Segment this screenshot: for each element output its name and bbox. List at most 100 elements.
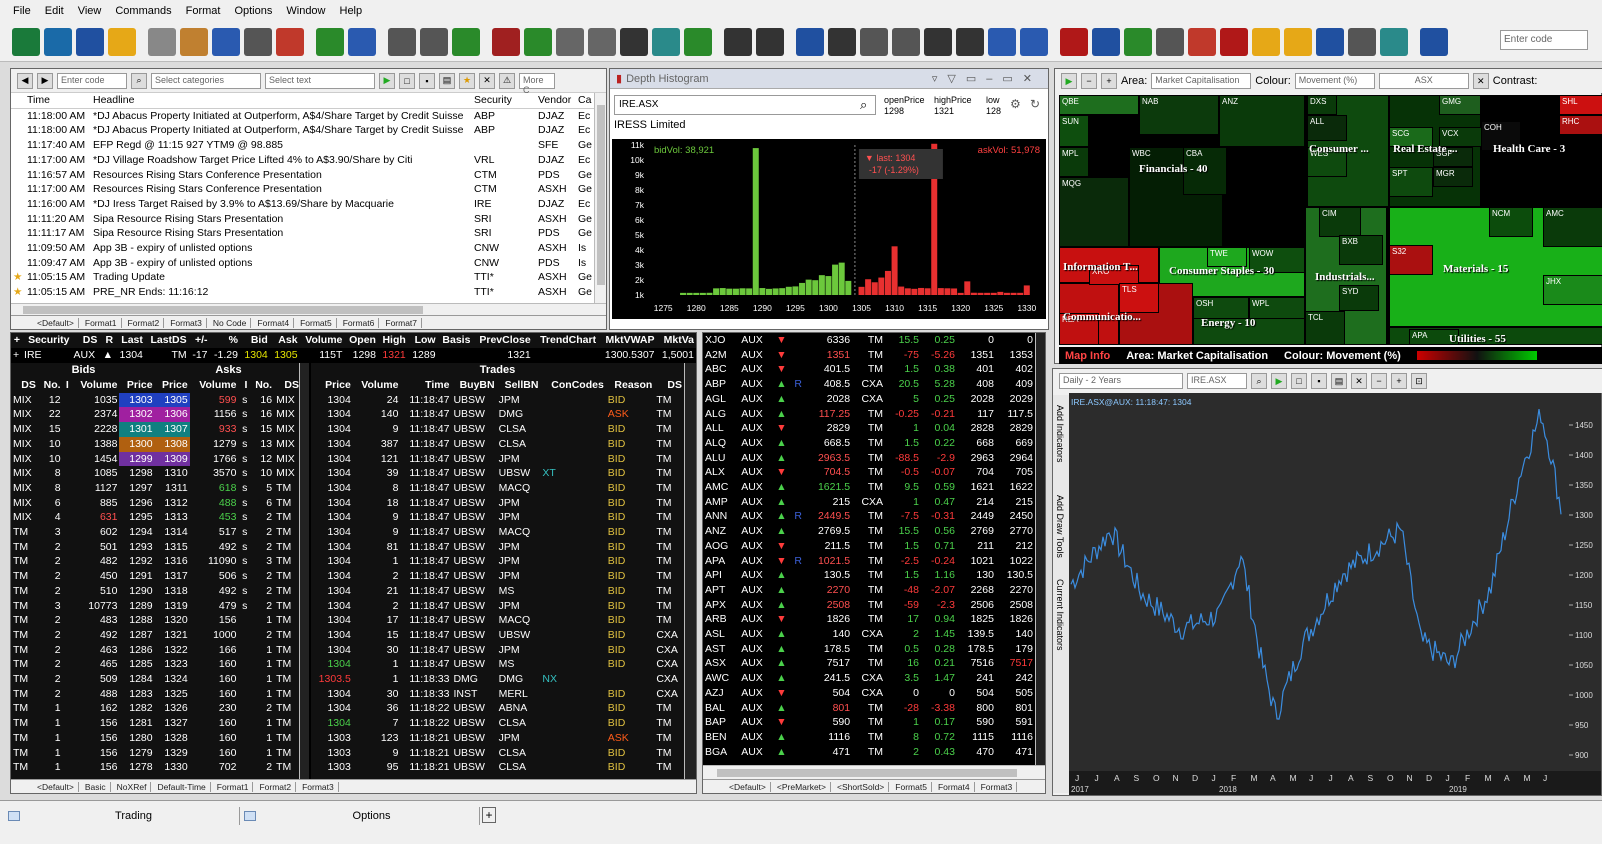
heatmap-tile[interactable]: OSH xyxy=(1193,297,1249,319)
watchlist-row[interactable]: ALL AUX ▼ 2829 TM 1 0.04 2828 2829 xyxy=(703,421,1035,436)
quote-col[interactable]: +/- xyxy=(188,333,210,348)
format-tab[interactable]: Format7 xyxy=(381,317,423,328)
text-select[interactable]: Select text xyxy=(265,72,375,89)
news-headline[interactable]: App 3B - expiry of unlisted options xyxy=(91,256,472,271)
quote-col[interactable]: PrevClose xyxy=(472,333,533,348)
heatmap-tile[interactable]: ANZ xyxy=(1219,95,1305,147)
heatmap-tile[interactable]: AMC xyxy=(1543,207,1602,247)
quote-col[interactable]: MktVa xyxy=(656,333,696,348)
star-icon[interactable]: ★ xyxy=(11,270,25,285)
news-security[interactable]: SRI xyxy=(472,226,536,241)
depth-row[interactable]: TM 2 510 1290 1318 492 s 2 TM xyxy=(11,584,301,599)
depth-row[interactable]: MIX 8 1085 1298 1310 3570 s 10 MIX xyxy=(11,466,301,481)
news-code-input[interactable]: Enter code xyxy=(57,72,127,89)
heatmap-tile[interactable]: TWE xyxy=(1207,247,1247,267)
save-icon[interactable]: ▪ xyxy=(419,72,435,89)
heatmap-tile[interactable]: S32 xyxy=(1389,245,1433,275)
quote-col[interactable]: MktVWAP xyxy=(598,333,657,348)
current-indicators-tab[interactable]: Current Indicators xyxy=(1055,579,1065,651)
area-select[interactable]: Market Capitalisation xyxy=(1151,73,1252,89)
depth-col[interactable]: DS xyxy=(274,378,301,393)
depth-col[interactable]: Price xyxy=(119,378,155,393)
trade-row[interactable]: 1304 387 11:18:47 UBSW CLSA BID TM xyxy=(311,437,684,452)
news-row[interactable]: 11:17:00 AM *DJ Village Roadshow Target P… xyxy=(11,153,594,168)
trade-row[interactable]: 1303 95 11:18:21 UBSW CLSA BID TM xyxy=(311,760,684,775)
watchlist-row[interactable]: AMP AUX ▲ 215 CXA 1 0.47 214 215 xyxy=(703,495,1035,510)
news-row[interactable]: ★ 11:05:15 AM Trading Update TTI* ASXH Ge xyxy=(11,270,594,285)
watchlist-row[interactable]: ALG AUX ▲ 117.25 TM -0.25 -0.21 117 117.5 xyxy=(703,407,1035,422)
depth-row[interactable]: TM 2 488 1283 1325 160 1 TM xyxy=(11,687,301,702)
o-icon[interactable] xyxy=(1092,27,1120,56)
news-col-select[interactable] xyxy=(11,93,25,109)
sold-icon[interactable] xyxy=(212,27,240,56)
menu-file[interactable]: File xyxy=(6,5,38,17)
heatmap-tile[interactable]: JHX xyxy=(1543,275,1602,305)
news-headline[interactable]: PRE_NR Ends: 11:16:12 xyxy=(91,285,472,300)
zoom-in-icon[interactable]: + xyxy=(1391,373,1407,389)
quote-col[interactable]: TrendChart xyxy=(532,333,599,348)
news-row[interactable]: 11:17:40 AM EFP Regd @ 11:15 927 YTM9 @ 9… xyxy=(11,138,594,153)
news-security[interactable] xyxy=(472,138,536,153)
heatmap-tile[interactable]: MPL xyxy=(1059,147,1089,177)
heatmap-tile[interactable]: MGR xyxy=(1433,167,1473,187)
depth-row[interactable]: TM 1 156 1281 1327 160 1 TM xyxy=(11,716,301,731)
cap2-icon[interactable] xyxy=(588,27,616,56)
star-icon[interactable] xyxy=(11,138,25,153)
trades-col[interactable]: SellBN xyxy=(496,378,541,393)
news-security[interactable]: CNW xyxy=(472,256,536,271)
info-search-icon[interactable] xyxy=(244,27,272,56)
news-col-vendor[interactable]: Vendor xyxy=(535,93,576,109)
star-icon[interactable] xyxy=(11,168,25,183)
trades-col[interactable]: BuyBN xyxy=(451,378,497,393)
trade-row[interactable]: 1303.5 1 11:18:33 DMG DMG NX CXA xyxy=(311,672,684,687)
trades-col[interactable]: Reason xyxy=(605,378,655,393)
news-security[interactable]: ABP xyxy=(472,123,536,138)
watchlist-row[interactable]: AOG AUX ▼ 211.5 TM 1.5 0.71 211 212 xyxy=(703,539,1035,554)
news-security[interactable]: CNW xyxy=(472,241,536,256)
workspace-tab-options[interactable]: Options xyxy=(244,807,480,825)
depth-row[interactable]: TM 3 602 1294 1314 517 s 2 TM xyxy=(11,525,301,540)
watchlist-row[interactable]: APA AUX ▼ R 1021.5 TM -2.5 -0.24 1021 1022 xyxy=(703,554,1035,569)
format-tab[interactable]: Format3 xyxy=(977,781,1018,792)
heatmap-tile[interactable]: NCM xyxy=(1489,207,1533,237)
depth-row[interactable]: TM 1 156 1279 1329 160 1 TM xyxy=(11,746,301,761)
watchlist-row[interactable]: AMC AUX ▲ 1621.5 TM 9.5 0.59 1621 1622 xyxy=(703,480,1035,495)
trade-row[interactable]: 1304 9 11:18:47 UBSW JPM BID TM xyxy=(311,510,684,525)
trade-row[interactable]: 1304 24 11:18:47 UBSW JPM BID TM xyxy=(311,393,684,408)
format-tab[interactable]: Format4 xyxy=(934,781,975,792)
star-icon[interactable] xyxy=(11,197,25,212)
news-security[interactable]: CTM xyxy=(472,168,536,183)
trade-row[interactable]: 1304 1 11:18:47 UBSW MS BID CXA xyxy=(311,657,684,672)
menu-view[interactable]: View xyxy=(71,5,109,17)
star-icon[interactable] xyxy=(11,108,25,123)
watchlist-row[interactable]: ARB AUX ▼ 1826 TM 17 0.94 1825 1826 xyxy=(703,612,1035,627)
news-row[interactable]: 11:16:57 AM Resources Rising Stars Confer… xyxy=(11,168,594,183)
play-button[interactable]: ▶ xyxy=(1061,73,1077,89)
sold2-icon[interactable] xyxy=(1188,27,1216,56)
format-tab[interactable]: Format3 xyxy=(298,781,339,792)
r-icon[interactable] xyxy=(828,27,856,56)
depth-col[interactable]: Volume xyxy=(189,378,239,393)
watchlist-row[interactable]: AWC AUX ▲ 241.5 CXA 3.5 1.47 241 242 xyxy=(703,671,1035,686)
depth-search-icon[interactable]: ⌕ xyxy=(860,97,867,113)
quote-col[interactable]: R xyxy=(99,333,116,348)
watchlist-row[interactable]: APT AUX ▲ 2270 TM -48 -2.07 2268 2270 xyxy=(703,583,1035,598)
add-tab-button[interactable]: + xyxy=(482,807,496,823)
play-icon[interactable] xyxy=(796,27,824,56)
depth-row[interactable]: TM 1 156 1278 1330 702 2 TM xyxy=(11,760,301,775)
clipboard-icon[interactable] xyxy=(1220,27,1248,56)
clock-icon[interactable] xyxy=(148,27,176,56)
categories-select[interactable]: Select categories xyxy=(151,72,261,89)
minus-button[interactable]: − xyxy=(1081,73,1097,89)
depth-col[interactable]: DS xyxy=(11,378,38,393)
format-tab[interactable]: <PreMarket> xyxy=(773,781,832,792)
-icon[interactable] xyxy=(1020,27,1048,56)
news-security[interactable]: VRL xyxy=(472,153,536,168)
depth-row[interactable]: TM 1 156 1280 1328 160 1 TM xyxy=(11,731,301,746)
depth-row[interactable]: MIX 4 631 1295 1313 453 s 2 TM xyxy=(11,510,301,525)
news-headline[interactable]: Sipa Resource Rising Stars Presentation xyxy=(91,212,472,227)
new-icon[interactable]: □ xyxy=(399,72,415,89)
depth-row[interactable]: TM 2 492 1287 1321 1000 2 TM xyxy=(11,628,301,643)
refresh-icon[interactable] xyxy=(44,27,72,56)
watchlist-row[interactable]: ABP AUX ▲ R 408.5 CXA 20.5 5.28 408 409 xyxy=(703,377,1035,392)
